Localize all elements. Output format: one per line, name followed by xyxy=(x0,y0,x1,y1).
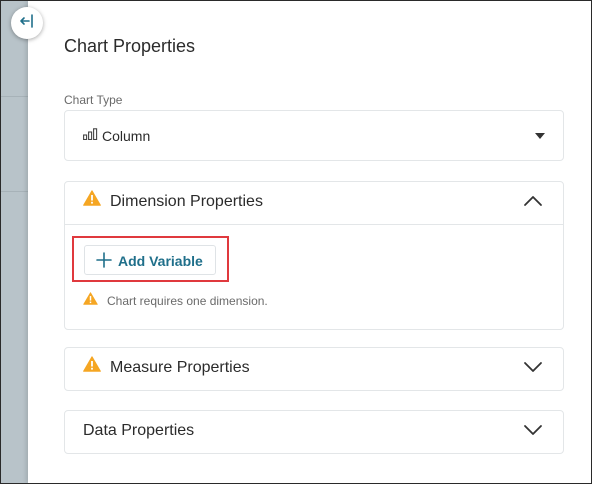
measure-properties-header[interactable]: Measure Properties xyxy=(65,348,563,390)
chevron-down-icon[interactable] xyxy=(523,360,543,379)
panel-title: Chart Properties xyxy=(64,36,196,56)
plus-icon xyxy=(96,252,112,273)
collapse-panel-button[interactable] xyxy=(11,7,43,39)
warning-icon xyxy=(83,356,101,377)
dimension-warning-text: Chart requires one dimension. xyxy=(107,294,268,308)
warning-icon xyxy=(83,292,98,310)
screenshot-frame: Chart Properties Chart Type Column Dimen… xyxy=(0,0,592,484)
dimension-warning-message: Chart requires one dimension. xyxy=(83,292,268,310)
chart-type-value: Column xyxy=(102,127,151,144)
data-properties-title: Data Properties xyxy=(83,422,195,439)
data-properties-header[interactable]: Data Properties xyxy=(65,411,563,453)
chevron-down-icon[interactable] xyxy=(523,423,543,442)
dimension-properties-title: Dimension Properties xyxy=(110,193,263,210)
chart-type-select[interactable]: Column xyxy=(64,110,564,161)
background-app-strip xyxy=(1,1,28,483)
add-variable-button[interactable]: Add Variable xyxy=(84,245,216,275)
dimension-properties-section: Dimension Properties Add Variable Chart … xyxy=(64,181,564,330)
dimension-properties-body: Add Variable Chart requires one dimensio… xyxy=(65,224,563,329)
data-properties-section: Data Properties xyxy=(64,410,564,454)
chart-type-label: Chart Type xyxy=(64,93,123,107)
dropdown-caret-icon xyxy=(535,133,545,139)
measure-properties-title: Measure Properties xyxy=(110,359,250,376)
measure-properties-section: Measure Properties xyxy=(64,347,564,391)
dimension-properties-header[interactable]: Dimension Properties xyxy=(65,182,563,224)
add-variable-label: Add Variable xyxy=(118,253,203,269)
column-chart-icon xyxy=(83,127,98,145)
chevron-up-icon[interactable] xyxy=(523,194,543,213)
warning-icon xyxy=(83,190,101,211)
collapse-panel-icon xyxy=(19,13,35,34)
